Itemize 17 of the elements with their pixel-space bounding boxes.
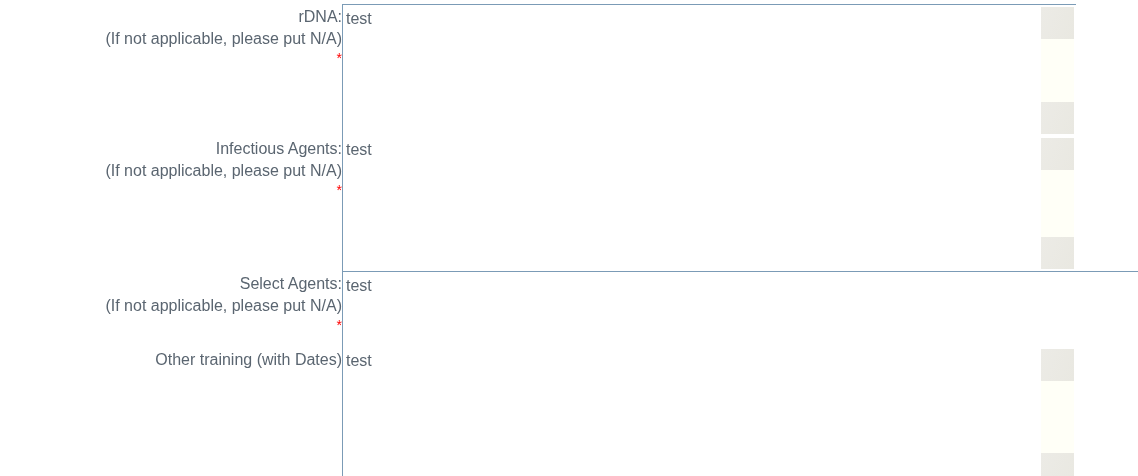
text-area[interactable]: test <box>342 4 1076 136</box>
field-note: (If not applicable, please put N/A) <box>105 296 342 316</box>
field-label: Other training (with Dates) <box>155 350 342 370</box>
text-area[interactable]: test <box>342 271 1138 347</box>
required-mark: * <box>336 317 342 333</box>
field-label: Infectious Agents: <box>215 139 342 159</box>
field-label: Select Agents: <box>239 274 342 294</box>
required-mark: * <box>336 50 342 66</box>
text-area[interactable]: test <box>342 347 1076 476</box>
scrollbar[interactable] <box>1041 138 1074 269</box>
text-area[interactable]: test <box>342 136 1076 271</box>
field-note: (If not applicable, please put N/A) <box>105 161 342 181</box>
required-mark: * <box>336 182 342 198</box>
field-label: rDNA: <box>298 7 342 27</box>
scrollbar[interactable] <box>1041 7 1074 134</box>
scrollbar[interactable] <box>1041 349 1074 476</box>
field-note: (If not applicable, please put N/A) <box>105 29 342 49</box>
